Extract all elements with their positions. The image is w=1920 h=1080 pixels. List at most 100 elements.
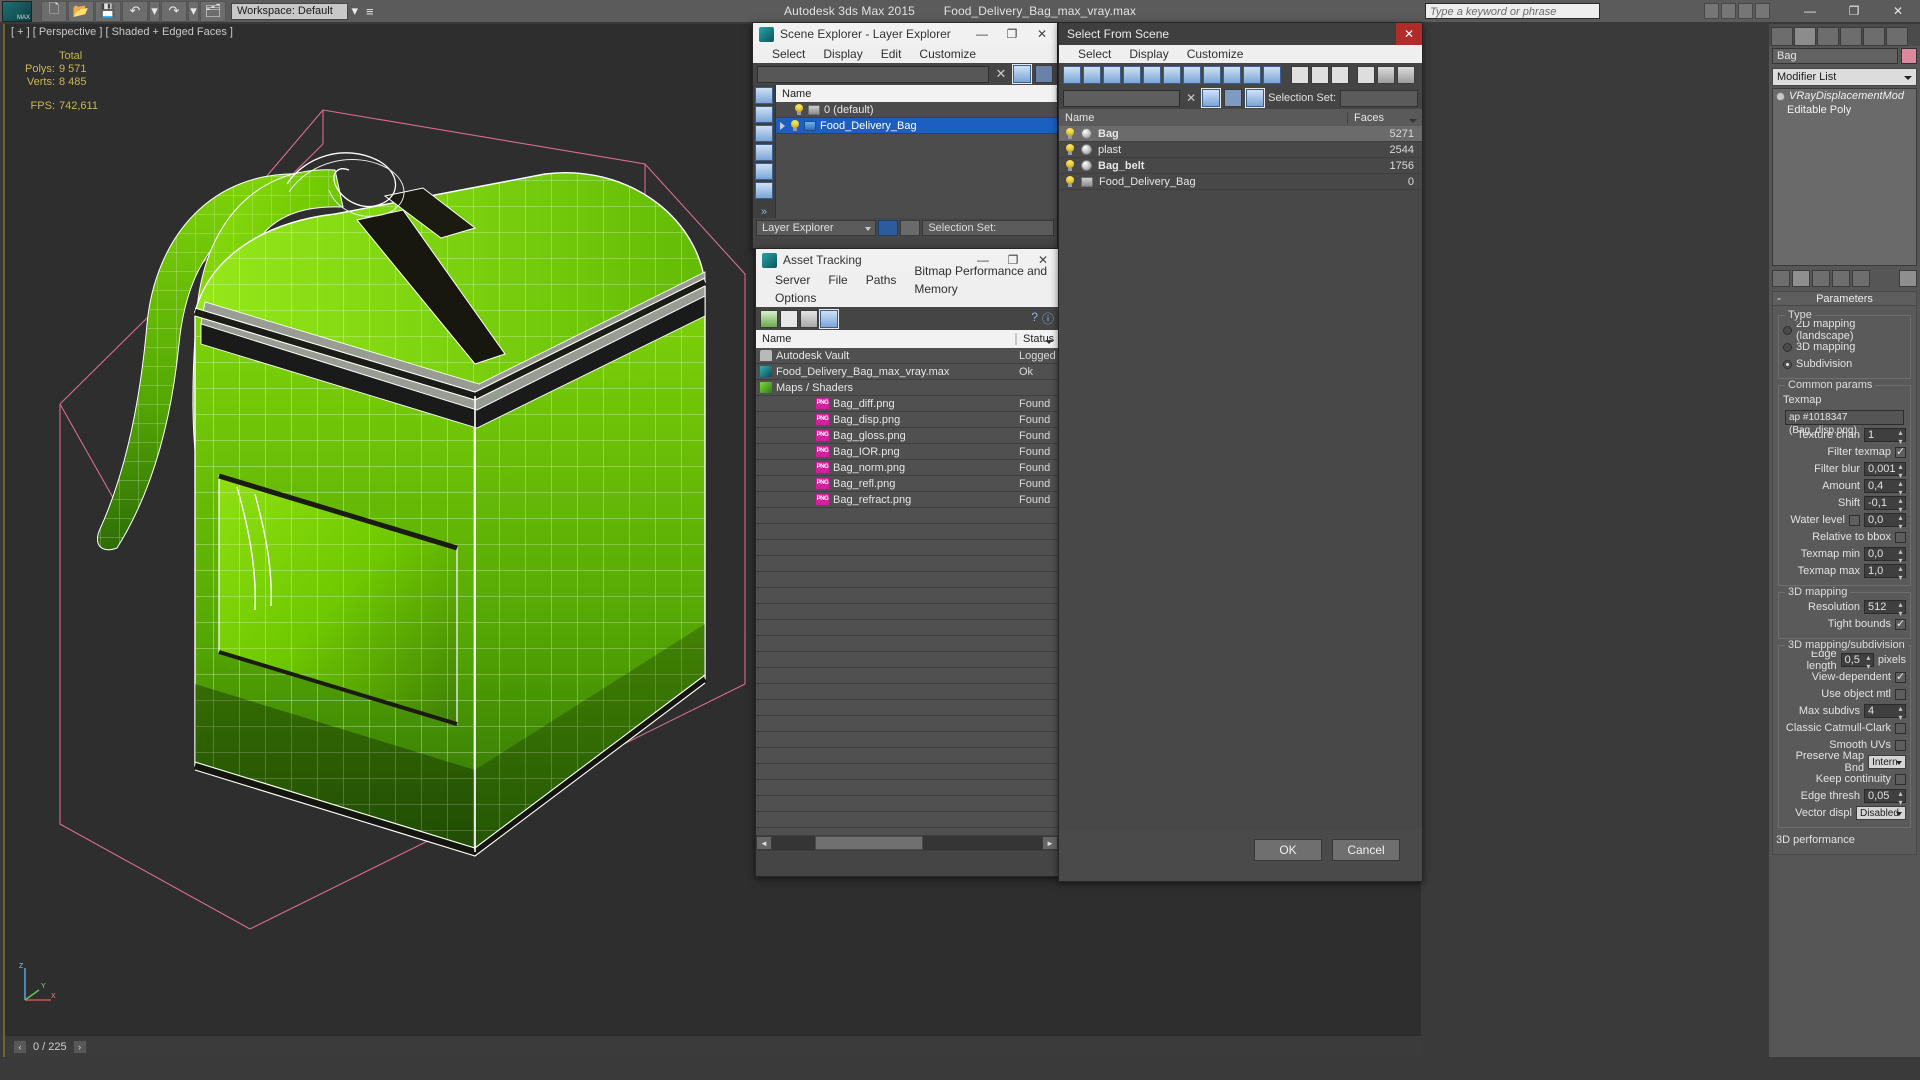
toolbar-overflow-icon[interactable]: ≡: [361, 0, 378, 22]
project-folder-icon[interactable]: 🗂: [200, 0, 226, 22]
filter-funnel-icon[interactable]: [1357, 66, 1375, 84]
scene-explorer-window[interactable]: Scene Explorer - Layer Explorer — ❐ ✕ Se…: [752, 22, 1058, 249]
resolution-spinner[interactable]: 512: [1864, 600, 1906, 618]
refresh-icon[interactable]: [760, 309, 778, 328]
tab-utilities[interactable]: [1886, 26, 1908, 46]
prev-frame-button[interactable]: ‹: [13, 1039, 27, 1054]
modifier-list-dropdown[interactable]: Modifier List: [1772, 68, 1917, 86]
scene-explorer-maximize[interactable]: ❐: [997, 23, 1027, 45]
radio-2d-mapping[interactable]: [1783, 325, 1792, 335]
scroll-track[interactable]: [772, 836, 1042, 850]
asset-row[interactable]: PNG Bag_disp.png Found: [756, 412, 1058, 428]
sort-icon[interactable]: [1377, 66, 1395, 84]
scene-converter-icon[interactable]: [1704, 3, 1719, 19]
modifier-stack-item[interactable]: Editable Poly: [1773, 103, 1916, 117]
collapse-all-icon[interactable]: [1311, 66, 1329, 84]
shapes-filter-icon[interactable]: [755, 106, 773, 123]
helpers-filter-icon[interactable]: [755, 163, 773, 180]
cameras-filter-icon[interactable]: [1123, 66, 1141, 84]
layers-icon[interactable]: [1035, 65, 1053, 83]
detail-view-icon[interactable]: [800, 309, 818, 328]
display-options-icon[interactable]: [1397, 66, 1415, 84]
shift-spinner[interactable]: -0,1: [1864, 496, 1906, 514]
geometry-filter-icon[interactable]: [1063, 66, 1081, 84]
asset-row[interactable]: Maps / Shaders: [756, 380, 1058, 396]
asset-row[interactable]: PNG Bag_norm.png Found: [756, 460, 1058, 476]
tab-hierarchy[interactable]: [1817, 26, 1839, 46]
cameras-filter-icon[interactable]: [755, 144, 773, 161]
asset-row[interactable]: PNG Bag_refl.png Found: [756, 476, 1058, 492]
texture-chan-spinner[interactable]: 1: [1864, 428, 1906, 446]
menu-bitmap-performance[interactable]: Bitmap Performance and Memory: [905, 262, 1058, 298]
spacewarps-filter-icon[interactable]: [1163, 66, 1181, 84]
spacewarps-filter-icon[interactable]: [755, 182, 773, 199]
workspace-selector[interactable]: Workspace: Default: [231, 2, 348, 20]
asset-row[interactable]: PNG Bag_IOR.png Found: [756, 444, 1058, 460]
menu-select[interactable]: Select: [763, 45, 814, 63]
asset-row[interactable]: PNG Bag_gloss.png Found: [756, 428, 1058, 444]
parameters-rollout-title[interactable]: Parameters: [1772, 291, 1917, 306]
tab-create[interactable]: [1771, 26, 1793, 46]
bones-filter-icon[interactable]: [1223, 66, 1241, 84]
light-bulb-icon[interactable]: [1065, 160, 1075, 171]
expand-triangle-icon[interactable]: [780, 121, 785, 130]
clear-x-icon[interactable]: ✕: [993, 66, 1009, 82]
object-row[interactable]: plast 2544: [1059, 142, 1422, 158]
asset-tracking-list[interactable]: Autodesk Vault Logged Food_Delivery_Bag_…: [756, 348, 1058, 835]
select-from-scene-search-input[interactable]: [1063, 89, 1181, 107]
lights-filter-icon[interactable]: [1103, 66, 1121, 84]
tight-bounds-checkbox[interactable]: [1895, 617, 1906, 630]
list-view-icon[interactable]: [780, 309, 798, 328]
configure-modifier-sets-icon[interactable]: [1852, 269, 1870, 287]
more-filters-icon[interactable]: »: [761, 206, 767, 218]
menu-customize[interactable]: Customize: [910, 45, 985, 63]
stack-options-icon[interactable]: [1899, 269, 1917, 287]
light-bulb-icon[interactable]: [790, 120, 800, 131]
column-name[interactable]: Name: [756, 333, 1016, 345]
expand-all-icon[interactable]: [1291, 66, 1309, 84]
filter-texmap-checkbox[interactable]: [1895, 445, 1906, 458]
edge-thresh-spinner[interactable]: 0,05: [1864, 789, 1906, 807]
light-bulb-icon[interactable]: [1065, 176, 1075, 187]
filter-blur-spinner[interactable]: 0,001: [1864, 462, 1906, 480]
help-icon[interactable]: ?: [1031, 310, 1038, 327]
info-icon[interactable]: ⓘ: [1042, 310, 1054, 327]
column-name[interactable]: Name: [1059, 111, 1348, 124]
menu-select[interactable]: Select: [1069, 45, 1120, 63]
ok-button[interactable]: OK: [1254, 839, 1322, 861]
vector-displ-dropdown[interactable]: Disabled: [1856, 806, 1906, 820]
amount-spinner[interactable]: 0,4: [1864, 479, 1906, 497]
tab-modify[interactable]: [1794, 26, 1816, 46]
menu-display[interactable]: Display: [1120, 45, 1177, 63]
light-bulb-icon[interactable]: [794, 104, 804, 115]
type-option-2d[interactable]: 2D mapping (landscape): [1783, 318, 1906, 342]
relative-bbox-checkbox[interactable]: [1895, 531, 1906, 543]
object-row[interactable]: Bag 5271: [1059, 126, 1422, 142]
groups-filter-icon[interactable]: [1183, 66, 1201, 84]
asset-row[interactable]: Autodesk Vault Logged: [756, 348, 1058, 364]
workspace-menu-icon[interactable]: ▾: [348, 0, 361, 22]
tab-display[interactable]: [1863, 26, 1885, 46]
filter-icon[interactable]: [1012, 64, 1032, 84]
minimize-button[interactable]: —: [1788, 0, 1832, 22]
scroll-thumb[interactable]: [815, 836, 924, 850]
smooth-uvs-checkbox[interactable]: [1895, 739, 1906, 751]
classic-catmull-checkbox[interactable]: [1895, 722, 1906, 734]
select-from-scene-dialog[interactable]: Select From Scene ✕ Select Display Custo…: [1058, 22, 1423, 882]
water-level-checkbox[interactable]: [1849, 514, 1860, 526]
make-unique-icon[interactable]: [1812, 269, 1830, 287]
radio-3d-mapping[interactable]: [1783, 342, 1792, 352]
frozen-filter-icon[interactable]: [1243, 66, 1261, 84]
object-color-swatch[interactable]: [1901, 48, 1917, 64]
object-row[interactable]: Bag_belt 1756: [1059, 158, 1422, 174]
menu-file[interactable]: File: [819, 271, 856, 289]
show-end-result-icon[interactable]: [1792, 269, 1810, 287]
help-icon[interactable]: [1738, 3, 1753, 19]
object-name-field[interactable]: Bag: [1772, 48, 1898, 64]
column-layout-icon[interactable]: [1331, 66, 1349, 84]
new-file-icon[interactable]: 🗋: [41, 0, 67, 22]
texmap-button[interactable]: ap #1018347 (Bag_disp.png): [1785, 410, 1904, 436]
column-status[interactable]: Status: [1016, 333, 1058, 345]
layer-row[interactable]: Food_Delivery_Bag: [776, 118, 1057, 134]
shapes-filter-icon[interactable]: [1083, 66, 1101, 84]
